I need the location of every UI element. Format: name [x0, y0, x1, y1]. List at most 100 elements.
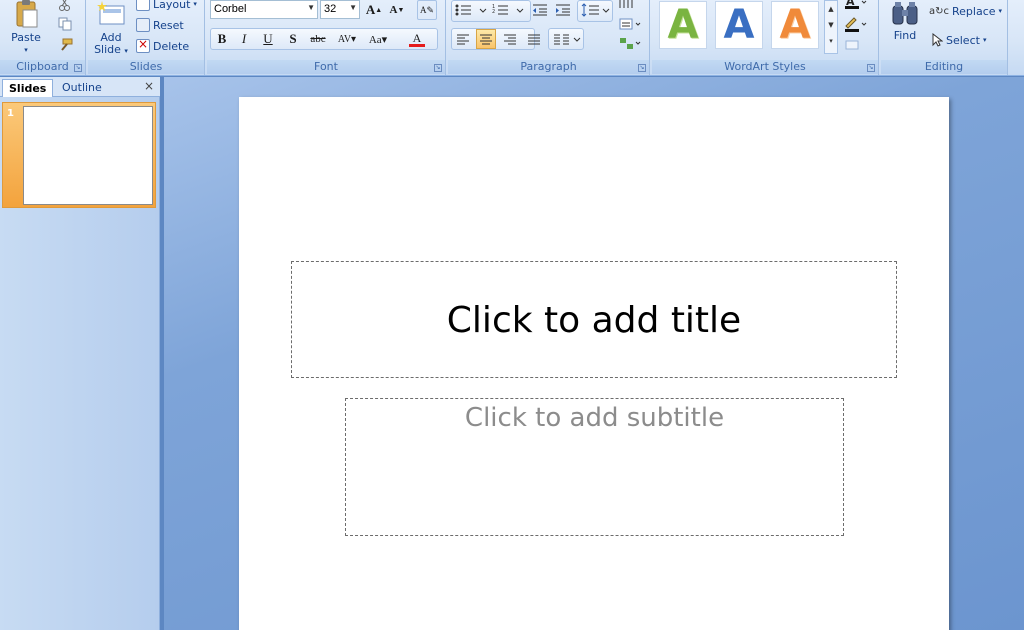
font-name-value: Corbel	[214, 3, 247, 15]
center-align-icon[interactable]	[476, 29, 496, 49]
paragraph-group-label: Paragraph	[448, 60, 649, 74]
delete-button[interactable]: × Delete	[136, 37, 189, 55]
clipboard-launcher-icon[interactable]: ↘	[74, 64, 82, 72]
grow-font-icon[interactable]: A ▲	[364, 0, 384, 20]
smartart-icon[interactable]	[618, 36, 644, 52]
font-group: Corbel ▼ 32 ▼ A ▲ A ▼ A✎ B I U S abc AV▾ A…	[207, 0, 446, 75]
select-label: Select	[946, 33, 980, 47]
delete-label: Delete	[153, 39, 190, 53]
strikethrough-icon[interactable]: abc	[306, 29, 330, 49]
italic-icon[interactable]: I	[234, 29, 254, 49]
wordart-style-orange[interactable]: A	[771, 1, 819, 49]
clipboard-group-label: Clipboard	[0, 60, 85, 74]
justify-icon[interactable]	[524, 29, 544, 49]
increase-indent-icon[interactable]	[554, 3, 572, 17]
layout-icon	[136, 0, 150, 11]
wordart-gallery-scroll[interactable]: ▲ ▼ ▾	[824, 0, 838, 54]
ribbon: Paste ▾ Clipboard ↘ Add Slide ▾ Layout ▾…	[0, 0, 1024, 76]
add-slide-label-2: Slide	[94, 43, 121, 56]
replace-button[interactable]: a↻c Replace ▾	[929, 2, 1002, 20]
paste-dropdown-icon[interactable]: ▾	[6, 44, 46, 56]
slides-group-label: Slides	[88, 60, 204, 74]
font-launcher-icon[interactable]: ↘	[434, 64, 442, 72]
clear-formatting-icon[interactable]: A✎	[417, 0, 437, 20]
shrink-font-icon[interactable]: A ▼	[387, 0, 407, 20]
paste-label: Paste	[11, 31, 41, 44]
cursor-arrow-icon	[932, 33, 943, 47]
font-size-dropdown-icon[interactable]: ▼	[349, 3, 357, 12]
columns-icon[interactable]	[618, 0, 638, 10]
paste-button[interactable]: Paste ▾	[6, 0, 46, 58]
text-outline-icon[interactable]	[844, 16, 868, 32]
bold-icon[interactable]: B	[212, 29, 232, 49]
text-fill-icon[interactable]: A	[844, 0, 868, 10]
close-pane-icon[interactable]: ×	[144, 79, 154, 93]
numbering-icon[interactable]: 12	[492, 3, 526, 17]
editing-group: Find a↻c Replace ▾ Select ▾ Editing	[881, 0, 1008, 75]
delete-slide-icon: ×	[136, 37, 150, 53]
reset-button[interactable]: Reset	[136, 16, 184, 34]
bullets-icon[interactable]	[455, 3, 489, 17]
tab-slides[interactable]: Slides	[2, 79, 54, 97]
copy-icon[interactable]	[58, 17, 72, 31]
clipboard-group: Paste ▾ Clipboard ↘	[0, 0, 86, 75]
reset-label: Reset	[153, 18, 184, 32]
editing-group-label: Editing	[881, 60, 1007, 74]
font-name-dropdown-icon[interactable]: ▼	[307, 3, 315, 12]
replace-icon: a↻c	[929, 5, 950, 17]
text-shadow-icon[interactable]: S	[283, 29, 303, 49]
replace-label: Replace	[952, 4, 996, 18]
add-slide-icon	[97, 1, 125, 25]
align-right-icon[interactable]	[500, 29, 520, 49]
font-size-value: 32	[324, 3, 337, 15]
wordart-letter-blue: A	[723, 2, 755, 48]
wordart-group-label: WordArt Styles	[652, 60, 878, 74]
paste-icon	[16, 0, 38, 28]
layout-button[interactable]: Layout ▾	[136, 0, 197, 13]
wordart-letter-orange: A	[779, 2, 811, 48]
font-color-icon[interactable]: A	[403, 29, 431, 49]
line-spacing-icon[interactable]	[581, 3, 611, 17]
binoculars-icon	[892, 2, 918, 25]
pane-tabs: Slides Outline ×	[0, 77, 160, 97]
character-spacing-icon[interactable]: AV▾	[334, 29, 360, 49]
find-button[interactable]: Find	[887, 0, 923, 48]
slide-editor-area: Click to add title Click to add subtitle	[164, 77, 1024, 630]
paragraph-group: 12 Paragraph ↘	[448, 0, 650, 75]
layout-label: Layout	[153, 0, 191, 11]
slides-group: Add Slide ▾ Layout ▾ Reset × Delete Slid…	[88, 0, 205, 75]
text-direction-icon[interactable]	[618, 17, 644, 31]
align-left-icon[interactable]	[453, 29, 473, 49]
title-placeholder[interactable]: Click to add title	[291, 261, 897, 378]
underline-icon[interactable]: U	[258, 29, 278, 49]
slides-outline-pane: Slides Outline × 1	[0, 77, 160, 630]
subtitle-placeholder[interactable]: Click to add subtitle	[345, 398, 844, 536]
cut-icon[interactable]	[58, 0, 70, 12]
add-slide-label-2-wrap: Slide ▾	[92, 44, 130, 57]
font-name-combo[interactable]: Corbel ▼	[210, 0, 318, 19]
decrease-indent-icon[interactable]	[531, 3, 549, 17]
wordart-launcher-icon[interactable]: ↘	[867, 64, 875, 72]
add-slide-button[interactable]: Add Slide ▾	[92, 0, 130, 58]
paragraph-launcher-icon[interactable]: ↘	[638, 64, 646, 72]
wordart-letter-green: A	[667, 2, 699, 48]
select-button[interactable]: Select ▾	[931, 31, 986, 49]
slide-thumbnail[interactable]	[23, 106, 153, 205]
reset-icon	[136, 18, 150, 32]
font-group-label: Font	[207, 60, 445, 74]
wordart-group: A A A ▲ ▼ ▾ A WordArt Styles ↘	[652, 0, 879, 75]
slide-canvas[interactable]: Click to add title Click to add subtitle	[239, 97, 949, 630]
font-size-combo[interactable]: 32 ▼	[320, 0, 360, 19]
wordart-style-green[interactable]: A	[659, 1, 707, 49]
change-case-icon[interactable]: Aa▾	[364, 29, 392, 49]
select-dropdown-icon: ▾	[982, 36, 987, 44]
slide-thumbnail-item[interactable]: 1	[2, 102, 156, 208]
add-slide-dropdown-icon[interactable]: ▾	[124, 47, 128, 55]
tab-outline[interactable]: Outline	[56, 79, 108, 97]
text-effects-icon[interactable]	[844, 38, 868, 52]
wordart-style-blue[interactable]: A	[715, 1, 763, 49]
slide-number: 1	[7, 108, 14, 119]
layout-dropdown-icon: ▾	[193, 0, 197, 8]
format-painter-icon[interactable]	[57, 38, 73, 52]
add-columns-icon[interactable]	[552, 29, 582, 49]
